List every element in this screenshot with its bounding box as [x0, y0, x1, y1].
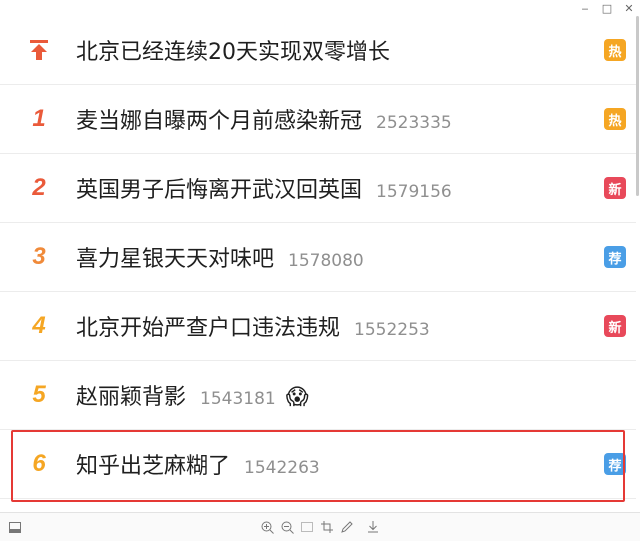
list-item[interactable]: 5 赵丽颖背影 1543181 😱 — [0, 361, 636, 430]
item-title[interactable]: 北京已经连续20天实现双零增长 — [76, 34, 390, 66]
maximize-icon: □ — [601, 1, 613, 15]
heat-count: 1543181 — [200, 389, 276, 409]
item-title[interactable]: 麦当娜自曝两个月前感染新冠 — [76, 103, 362, 135]
new-badge: 新 — [604, 177, 626, 199]
item-title[interactable]: 英国男子后悔离开武汉回英国 — [76, 172, 362, 204]
rank-number: 3 — [32, 243, 46, 270]
item-title-wrap: 喜力星银天天对味吧 1578080 — [76, 241, 364, 273]
heat-count: 1579156 — [376, 182, 452, 202]
recommend-badge: 荐 — [604, 453, 626, 475]
crop-icon[interactable] — [318, 518, 336, 536]
zoom-controls — [258, 518, 356, 536]
close-button[interactable]: ✕ — [618, 0, 640, 16]
list-item[interactable]: 4 北京开始严查户口违法违规 1552253 新 — [0, 292, 636, 361]
scream-emoji-icon: 😱 — [285, 385, 309, 410]
list-item[interactable]: 1 麦当娜自曝两个月前感染新冠 2523335 热 — [0, 85, 636, 154]
download-icon[interactable] — [364, 518, 382, 536]
rank-number: 5 — [32, 381, 46, 408]
heat-count: 1552253 — [354, 320, 430, 340]
heat-count: 2523335 — [376, 113, 452, 133]
item-title-wrap: 麦当娜自曝两个月前感染新冠 2523335 — [76, 103, 452, 135]
recommend-badge: 荐 — [604, 246, 626, 268]
hot-badge: 热 — [604, 108, 626, 130]
list-item[interactable]: 3 喜力星银天天对味吧 1578080 荐 — [0, 223, 636, 292]
bottom-toolbar — [0, 512, 640, 541]
rank-number: 4 — [32, 312, 46, 339]
edit-icon[interactable] — [338, 518, 356, 536]
sidebar-icon[interactable] — [6, 518, 24, 536]
zoom-out-icon[interactable] — [278, 518, 296, 536]
heat-count: 1578080 — [288, 251, 364, 271]
minimize-icon: ‒ — [581, 1, 589, 15]
maximize-button[interactable]: □ — [596, 0, 618, 16]
zoom-in-icon[interactable] — [258, 518, 276, 536]
rank-number: 2 — [32, 174, 46, 201]
hot-search-list: 北京已经连续20天实现双零增长 热 1 麦当娜自曝两个月前感染新冠 252333… — [0, 16, 636, 499]
item-title[interactable]: 赵丽颖背影 — [76, 379, 186, 411]
new-badge: 新 — [604, 315, 626, 337]
hot-badge: 热 — [604, 39, 626, 61]
item-title-wrap: 英国男子后悔离开武汉回英国 1579156 — [76, 172, 452, 204]
fit-icon[interactable] — [298, 518, 316, 536]
rank-number: 6 — [32, 450, 46, 477]
list-item[interactable]: 北京已经连续20天实现双零增长 热 — [0, 16, 636, 85]
pin-top-icon — [22, 39, 56, 61]
scrollbar[interactable] — [636, 16, 639, 196]
close-icon: ✕ — [624, 1, 634, 15]
item-title-wrap: 赵丽颖背影 1543181 😱 — [76, 379, 309, 411]
window-controls: ‒ □ ✕ — [574, 0, 640, 16]
item-title[interactable]: 知乎出芝麻糊了 — [76, 448, 230, 480]
item-title-wrap: 北京开始严查户口违法违规 1552253 — [76, 310, 430, 342]
list-item[interactable]: 2 英国男子后悔离开武汉回英国 1579156 新 — [0, 154, 636, 223]
item-title-wrap: 知乎出芝麻糊了 1542263 — [76, 448, 320, 480]
list-item[interactable]: 6 知乎出芝麻糊了 1542263 荐 — [0, 430, 636, 499]
heat-count: 1542263 — [244, 458, 320, 478]
minimize-button[interactable]: ‒ — [574, 0, 596, 16]
rank-number: 1 — [32, 105, 46, 132]
item-title[interactable]: 北京开始严查户口违法违规 — [76, 310, 340, 342]
item-title[interactable]: 喜力星银天天对味吧 — [76, 241, 274, 273]
item-title-wrap: 北京已经连续20天实现双零增长 — [76, 34, 390, 66]
